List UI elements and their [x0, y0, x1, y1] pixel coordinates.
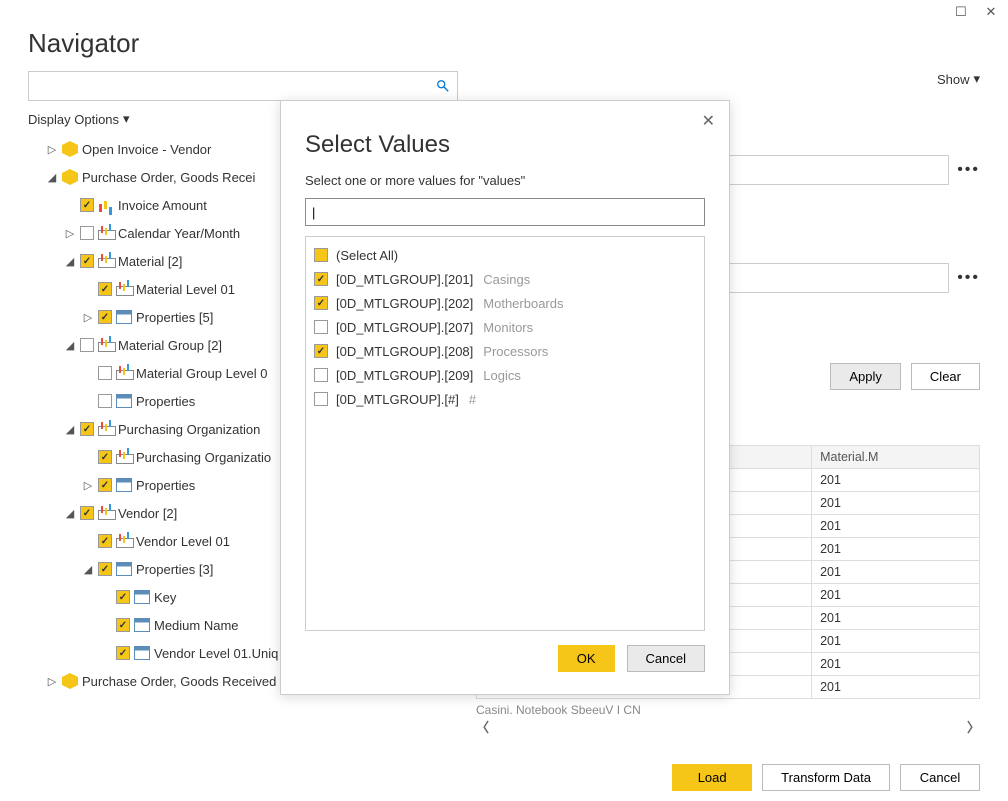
checkbox[interactable] — [314, 272, 328, 286]
value-name: Monitors — [483, 320, 533, 335]
search-icon[interactable] — [435, 78, 451, 94]
tree-label: Medium Name — [154, 618, 239, 633]
hierarchy-icon — [116, 282, 132, 296]
checkbox[interactable] — [314, 344, 328, 358]
values-listbox: (Select All) [0D_MTLGROUP].[201]Casings … — [305, 236, 705, 631]
value-row[interactable]: [0D_MTLGROUP].[209] Logics — [314, 363, 696, 387]
value-code: [0D_MTLGROUP].[201] — [336, 272, 473, 287]
dialog-footer: Load Transform Data Cancel — [672, 764, 980, 791]
tree-label: Properties [5] — [136, 310, 213, 325]
checkbox[interactable] — [314, 368, 328, 382]
preview-row-snippet: Casini. Notebook SbeeuV I CN — [476, 703, 641, 717]
value-code: [0D_MTLGROUP].[#] — [336, 392, 459, 407]
tree-label: Properties — [136, 478, 195, 493]
tree-search-input[interactable] — [35, 78, 435, 95]
table-icon — [116, 478, 132, 492]
hierarchy-icon — [98, 338, 114, 352]
chart-icon — [98, 198, 114, 212]
select-all-label: (Select All) — [336, 248, 398, 263]
filter-input[interactable] — [305, 198, 705, 226]
ellipsis-button[interactable]: ••• — [957, 161, 980, 179]
table-icon — [134, 590, 150, 604]
select-all-row[interactable]: (Select All) — [314, 243, 696, 267]
page-title: Navigator — [0, 24, 1008, 71]
close-button[interactable]: ✕ — [982, 4, 1000, 20]
scroll-left-icon[interactable]: 〈 — [476, 717, 489, 736]
value-name: # — [469, 392, 476, 407]
ok-button[interactable]: OK — [558, 645, 615, 672]
checkbox[interactable] — [314, 392, 328, 406]
tree-label: Purchase Order, Goods Recei — [82, 170, 255, 185]
modal-cancel-button[interactable]: Cancel — [627, 645, 705, 672]
cube-icon — [62, 169, 78, 185]
show-label: Show — [937, 72, 970, 87]
checkbox[interactable] — [314, 320, 328, 334]
table-icon — [134, 646, 150, 660]
cube-icon — [62, 141, 78, 157]
hierarchy-icon — [116, 450, 132, 464]
checkbox-partial[interactable] — [314, 248, 328, 262]
transform-data-button[interactable]: Transform Data — [762, 764, 890, 791]
tree-label: Properties — [136, 394, 195, 409]
tree-label: Properties [3] — [136, 562, 213, 577]
tree-label: Purchasing Organization — [118, 422, 260, 437]
chevron-down-icon: ▾ — [973, 71, 980, 87]
tree-search-box[interactable] — [28, 71, 458, 101]
value-name: Motherboards — [483, 296, 563, 311]
preview-col-2[interactable]: Material.M — [812, 446, 980, 469]
tree-label: Material Group Level 0 — [136, 366, 268, 381]
value-row[interactable]: [0D_MTLGROUP].[208] Processors — [314, 339, 696, 363]
value-code: [0D_MTLGROUP].[202] — [336, 296, 473, 311]
value-name: Casings — [483, 272, 530, 287]
tree-label: Open Invoice - Vendor — [82, 142, 211, 157]
tree-label: Material Level 01 — [136, 282, 235, 297]
table-icon — [116, 310, 132, 324]
value-code: [0D_MTLGROUP].[208] — [336, 344, 473, 359]
tree-label: Material Group [2] — [118, 338, 222, 353]
cancel-button[interactable]: Cancel — [900, 764, 980, 791]
window-titlebar: ☐ ✕ — [0, 0, 1008, 24]
maximize-button[interactable]: ☐ — [952, 4, 970, 20]
apply-button[interactable]: Apply — [830, 363, 901, 390]
tree-label: Purchasing Organizatio — [136, 450, 271, 465]
value-row[interactable]: [0D_MTLGROUP].[207] Monitors — [314, 315, 696, 339]
checkbox[interactable] — [314, 296, 328, 310]
hierarchy-icon — [116, 366, 132, 380]
clear-button[interactable]: Clear — [911, 363, 980, 390]
value-name: Logics — [483, 368, 521, 383]
value-code: [0D_MTLGROUP].[209] — [336, 368, 473, 383]
table-icon — [116, 562, 132, 576]
hierarchy-icon — [98, 226, 114, 240]
tree-label: Vendor Level 01.Uniq — [154, 646, 278, 661]
hierarchy-icon — [98, 506, 114, 520]
cube-icon — [62, 673, 78, 689]
tree-label: Invoice Amount — [118, 198, 207, 213]
hierarchy-icon — [98, 254, 114, 268]
value-row[interactable]: [0D_MTLGROUP].[202] Motherboards — [314, 291, 696, 315]
load-button[interactable]: Load — [672, 764, 752, 791]
scroll-right-icon[interactable]: 〉 — [967, 717, 980, 736]
select-values-dialog: ✕ Select Values Select one or more value… — [280, 100, 730, 695]
ellipsis-button[interactable]: ••• — [957, 269, 980, 287]
display-options-label: Display Options — [28, 112, 119, 127]
tree-label: Vendor [2] — [118, 506, 177, 521]
dialog-title: Select Values — [305, 131, 705, 159]
show-dropdown[interactable]: Show ▾ — [937, 71, 980, 87]
value-row[interactable]: [0D_MTLGROUP].[#] # — [314, 387, 696, 411]
tree-label: Key — [154, 590, 176, 605]
value-code: [0D_MTLGROUP].[207] — [336, 320, 473, 335]
tree-label: Calendar Year/Month — [118, 226, 240, 241]
value-row[interactable]: [0D_MTLGROUP].[201] Casings — [314, 267, 696, 291]
tree-label: Vendor Level 01 — [136, 534, 230, 549]
value-name: Processors — [483, 344, 548, 359]
hierarchy-icon — [116, 534, 132, 548]
tree-label: Material [2] — [118, 254, 182, 269]
hierarchy-icon — [98, 422, 114, 436]
close-icon[interactable]: ✕ — [702, 111, 715, 131]
table-icon — [116, 394, 132, 408]
chevron-down-icon: ▾ — [123, 111, 130, 127]
dialog-subtitle: Select one or more values for "values" — [305, 173, 705, 188]
table-icon — [134, 618, 150, 632]
navigator-window: ☐ ✕ Navigator Display Options ▾ ▷Open In… — [0, 0, 1008, 801]
